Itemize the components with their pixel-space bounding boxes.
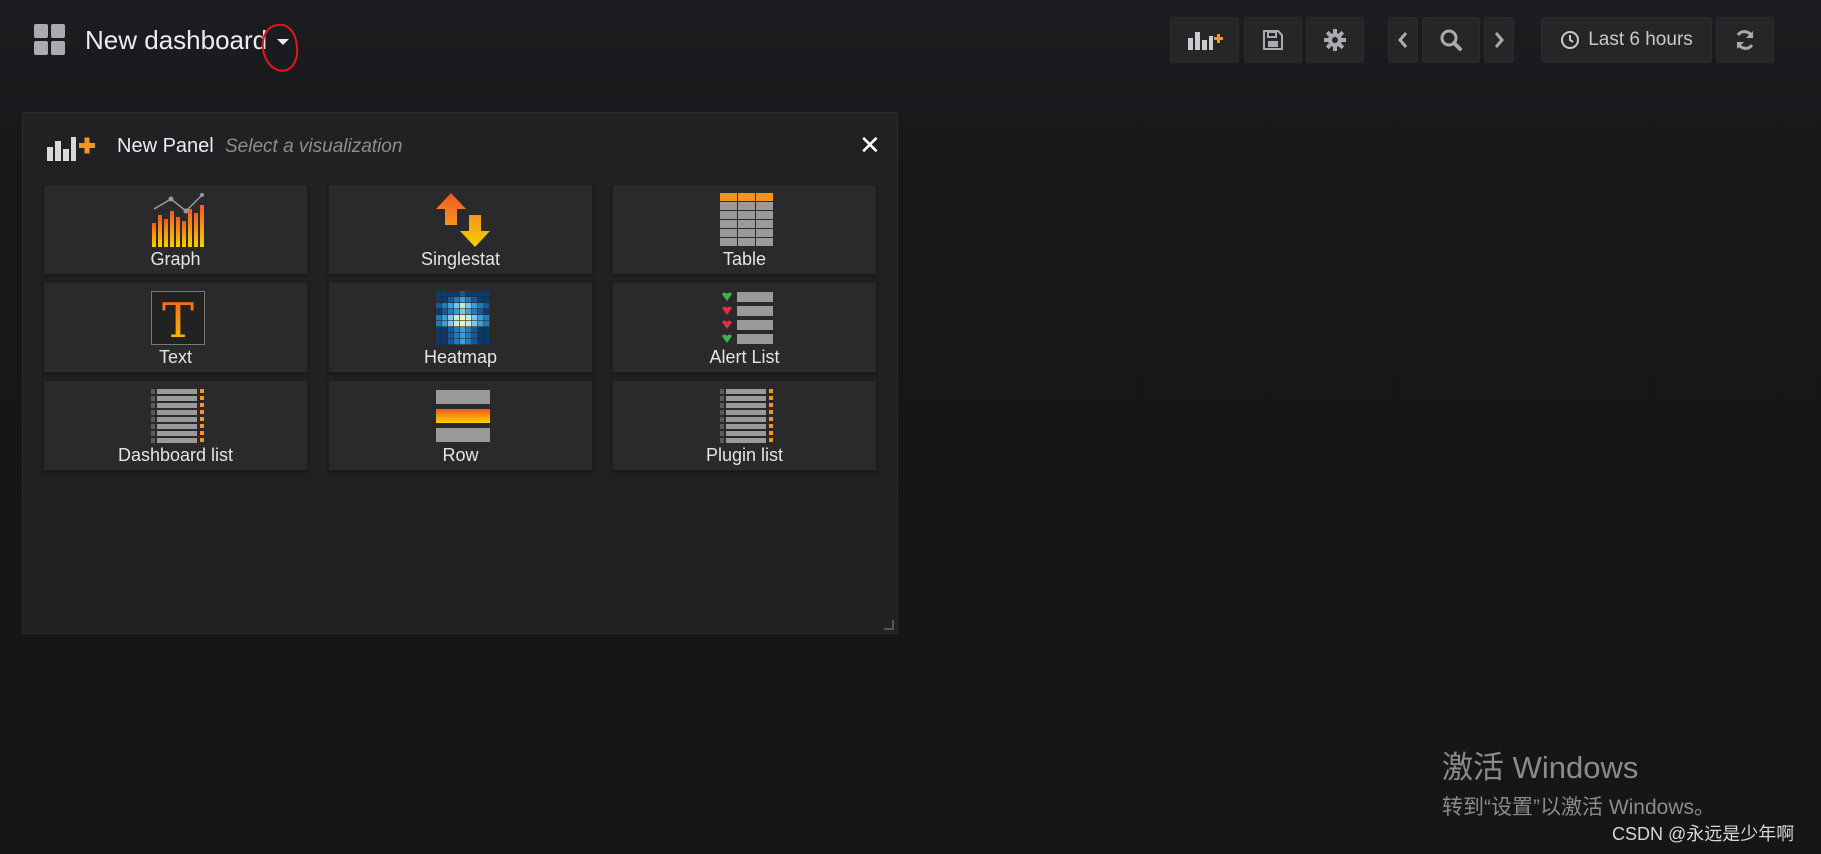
viz-card-dashboard-list[interactable]: Dashboard list	[43, 380, 308, 471]
viz-card-singlestat[interactable]: Singlestat	[328, 184, 593, 275]
panel-resize-handle[interactable]	[884, 620, 894, 630]
viz-card-graph[interactable]: Graph	[43, 184, 308, 275]
viz-card-heatmap[interactable]: Heatmap	[328, 282, 593, 373]
chevron-left-icon	[1398, 32, 1408, 48]
top-navbar: New dashboard Last 6 hours	[0, 0, 1821, 80]
add-panel-button[interactable]	[1170, 17, 1239, 63]
save-icon	[1263, 30, 1283, 50]
singlestat-icon	[436, 193, 490, 247]
viz-label: Text	[158, 347, 192, 367]
chevron-right-icon	[1494, 32, 1504, 48]
new-panel: New Panel Select a visualization ✕ Graph	[22, 112, 898, 634]
add-panel-icon	[1187, 32, 1223, 50]
windows-activation-title: 激活 Windows	[1442, 750, 1639, 785]
viz-card-plugin-list[interactable]: Plugin list	[612, 380, 877, 471]
zoom-out-button[interactable]	[1422, 17, 1480, 63]
panel-header: New Panel Select a visualization ✕	[23, 113, 897, 179]
viz-label: Dashboard list	[117, 445, 234, 465]
heatmap-icon	[436, 291, 490, 345]
dashboard-title: New dashboard	[85, 24, 268, 55]
time-shift-back-button[interactable]	[1388, 17, 1418, 63]
viz-label: Row	[442, 445, 479, 465]
viz-label: Graph	[150, 249, 201, 269]
clock-icon	[1561, 31, 1580, 49]
refresh-icon	[1736, 30, 1754, 50]
dashboard-list-icon	[151, 389, 204, 443]
csdn-watermark: CSDN @永远是少年啊	[1612, 824, 1795, 844]
row-icon	[436, 390, 490, 442]
settings-button[interactable]	[1306, 17, 1364, 63]
panel-title: New Panel	[117, 135, 214, 157]
time-range-picker[interactable]: Last 6 hours	[1541, 17, 1712, 63]
alert-list-icon	[722, 292, 773, 344]
dashboards-grid-icon[interactable]	[34, 24, 66, 56]
time-range-label: Last 6 hours	[1588, 29, 1693, 50]
viz-card-text[interactable]: T Text	[43, 282, 308, 373]
dashboard-title-dropdown[interactable]: New dashboard	[85, 22, 290, 58]
search-zoom-icon	[1440, 29, 1462, 51]
viz-label: Heatmap	[423, 347, 498, 367]
viz-label: Singlestat	[420, 249, 501, 269]
viz-label: Plugin list	[705, 445, 784, 465]
table-icon	[720, 193, 773, 246]
svg-text:T: T	[162, 293, 194, 345]
red-annotation-circle	[258, 21, 302, 75]
windows-activation-subtitle: 转到“设置”以激活 Windows。	[1442, 796, 1716, 819]
grafana-page: New dashboard Last 6 hours New Panel Sel…	[0, 0, 1821, 854]
add-panel-icon	[47, 137, 95, 161]
viz-card-table[interactable]: Table	[612, 184, 877, 275]
refresh-button[interactable]	[1716, 17, 1774, 63]
viz-label: Table	[722, 249, 767, 269]
text-icon: T	[151, 291, 205, 345]
time-shift-forward-button[interactable]	[1484, 17, 1514, 63]
viz-card-alert-list[interactable]: Alert List	[612, 282, 877, 373]
viz-label: Alert List	[709, 347, 780, 367]
gear-icon	[1324, 29, 1346, 51]
close-icon[interactable]: ✕	[859, 132, 881, 158]
plugin-list-icon	[720, 389, 773, 443]
graph-icon	[152, 193, 204, 247]
panel-subtitle: Select a visualization	[225, 136, 403, 157]
windows-activation-notice: 激活 Windows 转到“设置”以激活 Windows。	[1442, 742, 1715, 821]
viz-card-row[interactable]: Row	[328, 380, 593, 471]
save-dashboard-button[interactable]	[1244, 17, 1302, 63]
